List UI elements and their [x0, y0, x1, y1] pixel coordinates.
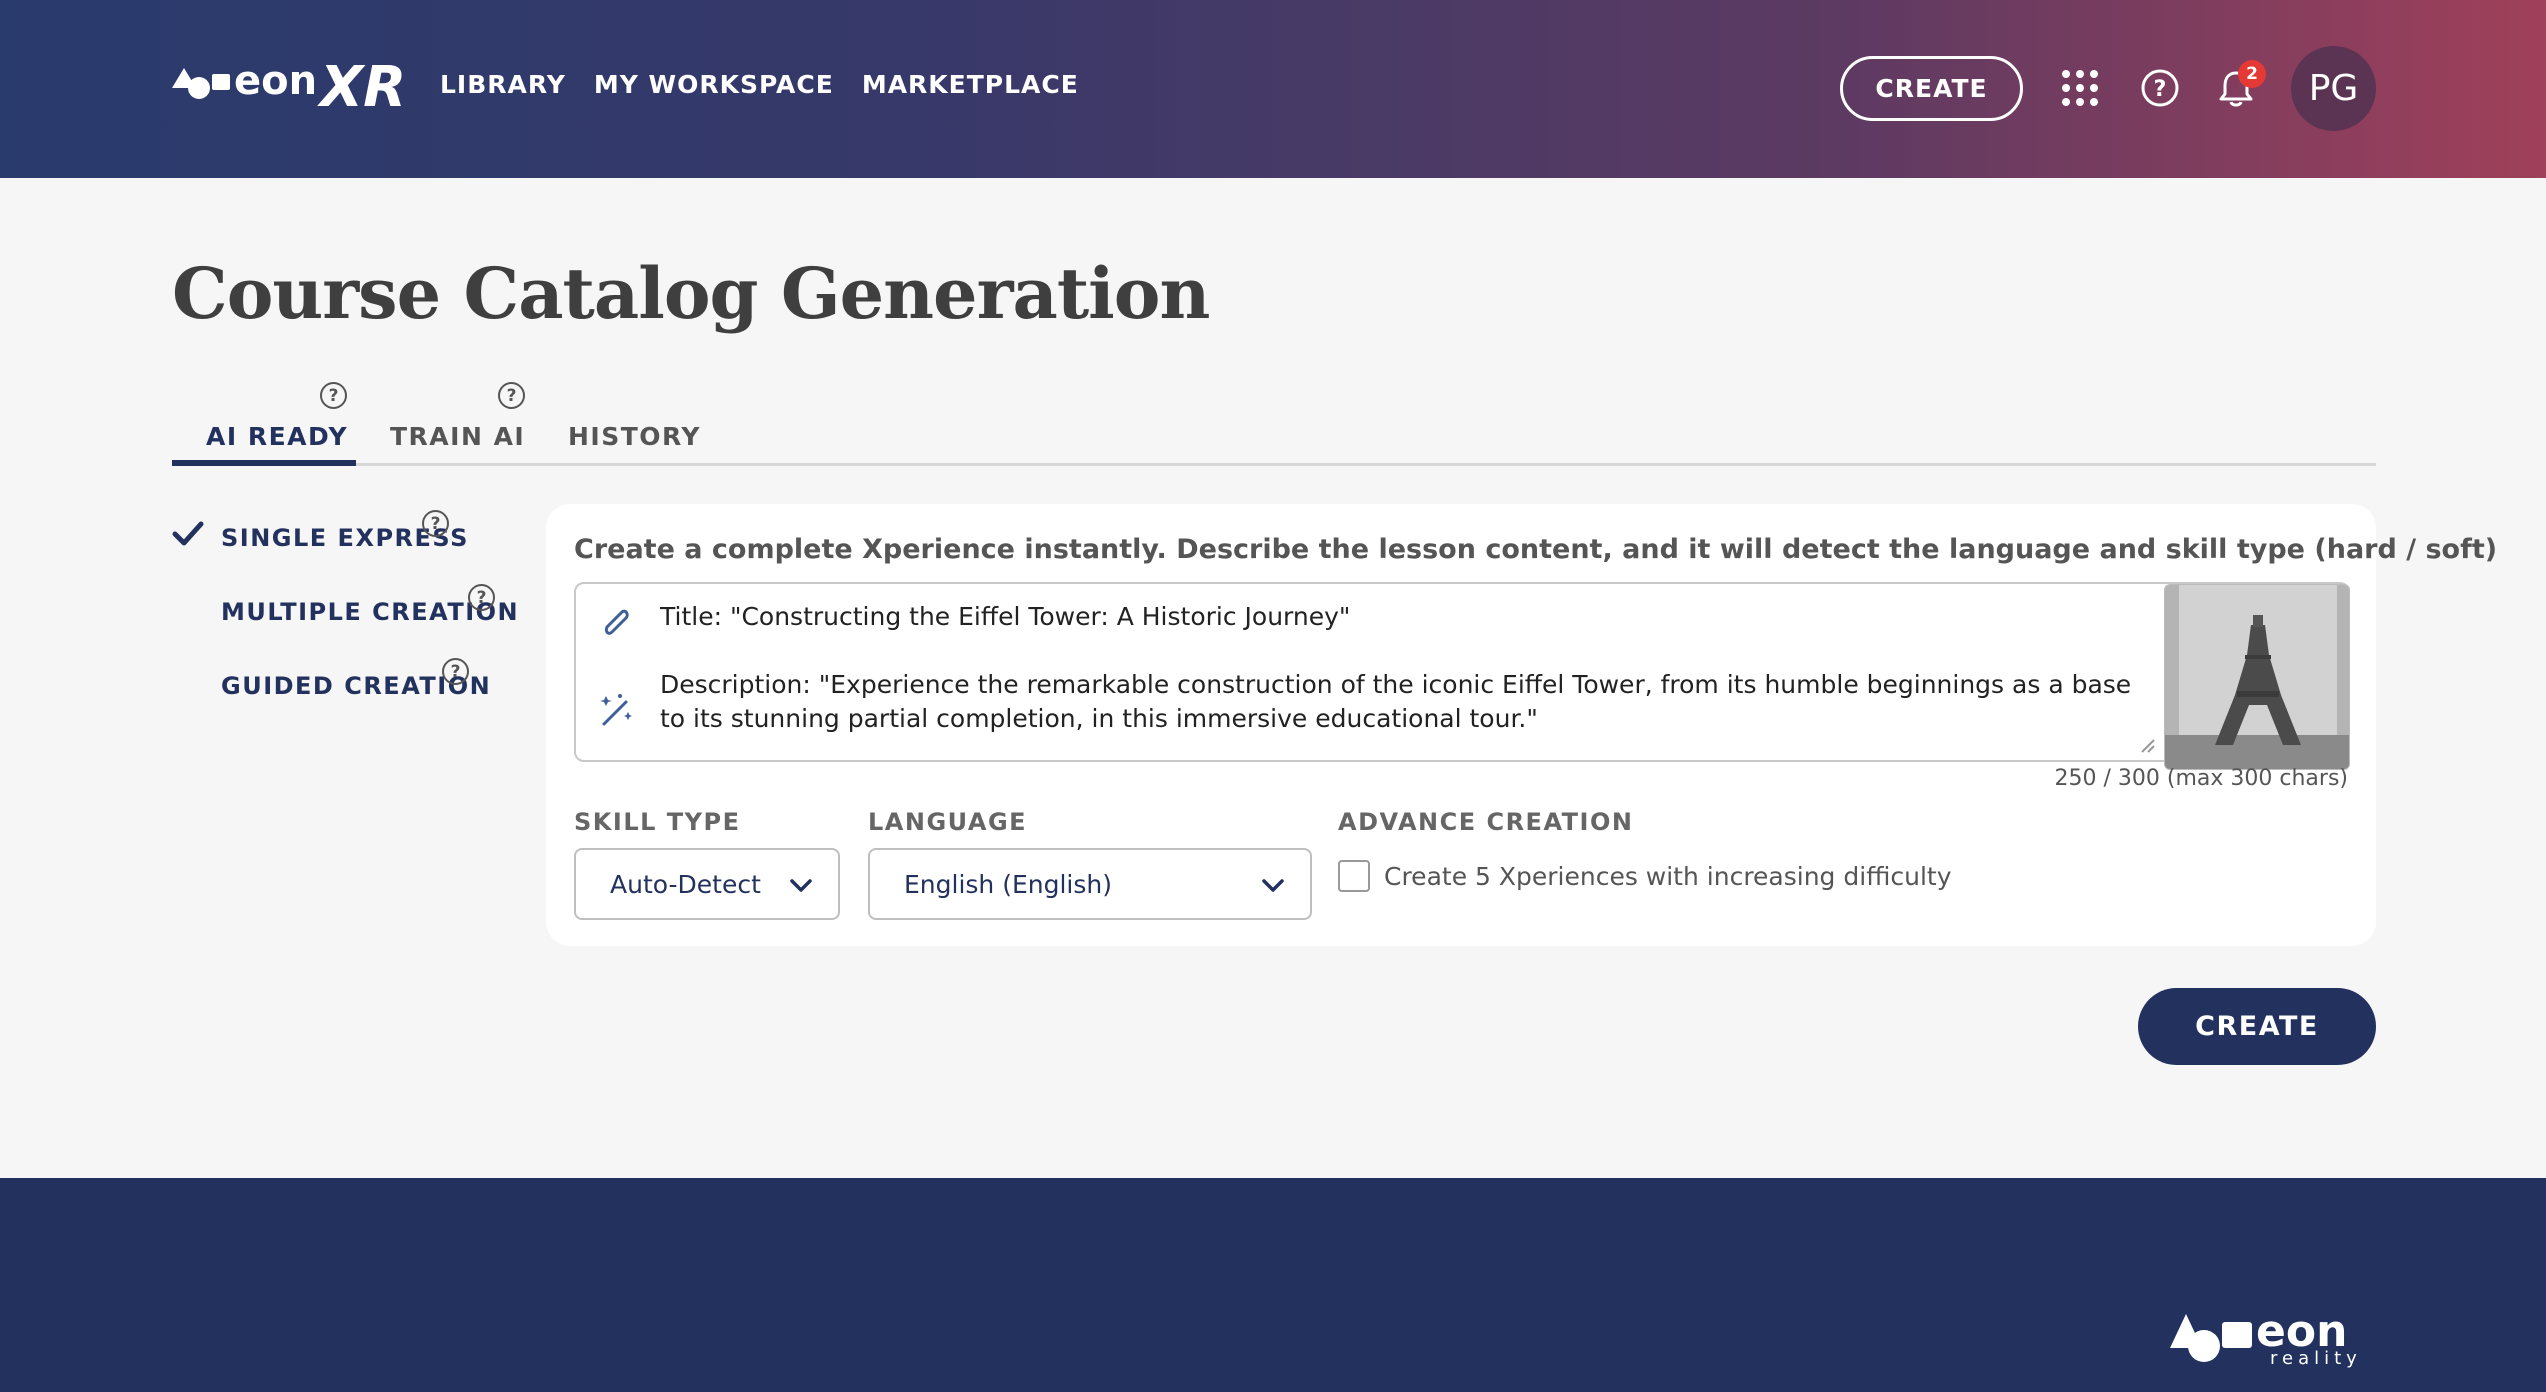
top-header: eon XR LIBRARY MY WORKSPACE MARKETPLACE … [0, 0, 2546, 178]
advance-creation-label: ADVANCE CREATION [1338, 808, 1634, 836]
prompt-text[interactable]: Title: "Constructing the Eiffel Tower: A… [660, 600, 2160, 736]
increasing-difficulty-checkbox[interactable] [1338, 860, 1370, 892]
magic-wand-icon[interactable] [598, 690, 636, 730]
skill-type-value: Auto-Detect [610, 869, 761, 899]
tab-history[interactable]: HISTORY [568, 402, 701, 466]
tab-train-ai[interactable]: TRAIN AI [390, 402, 525, 466]
single-express-card: Create a complete Xperience instantly. D… [546, 504, 2497, 946]
skill-type-label: SKILL TYPE [574, 808, 741, 836]
svg-text:reality: reality [2270, 1348, 2362, 1368]
train-ai-help-icon[interactable]: ? [498, 382, 525, 409]
language-value: English (English) [904, 869, 1112, 899]
single-express-help-icon[interactable]: ? [422, 510, 449, 537]
help-circle-icon[interactable]: ? [2138, 66, 2182, 110]
tab-ai-ready-label: AI READY [206, 422, 349, 451]
chevron-down-icon [1262, 879, 1284, 892]
nav-marketplace[interactable]: MARKETPLACE [862, 70, 1079, 99]
eiffel-tower-thumbnail[interactable] [2164, 584, 2350, 770]
main-nav: LIBRARY MY WORKSPACE MARKETPLACE [440, 70, 1079, 99]
ai-ready-help-icon[interactable]: ? [320, 382, 347, 409]
active-tab-indicator [172, 460, 356, 466]
language-label: LANGUAGE [868, 808, 1028, 836]
tab-train-ai-label: TRAIN AI [390, 422, 526, 451]
card-intro-text: Create a complete Xperience instantly. D… [574, 534, 2498, 565]
svg-text:?: ? [2154, 77, 2167, 102]
checkmark-icon [172, 521, 204, 546]
prompt-textarea[interactable]: Title: "Constructing the Eiffel Tower: A… [574, 582, 2350, 770]
eonxr-logo[interactable]: eon XR [172, 52, 404, 116]
apps-grid-icon[interactable] [2058, 66, 2102, 110]
create-button[interactable]: CREATE [2138, 988, 2376, 1065]
character-count: 250 / 300 (max 300 chars) [2054, 766, 2348, 791]
eon-reality-logo: eon reality [2170, 1298, 2380, 1372]
tab-ai-ready[interactable]: AI READY [206, 402, 348, 466]
page-footer: eon reality [0, 1178, 2546, 1392]
increasing-difficulty-label[interactable]: Create 5 Xperiences with increasing diff… [1384, 862, 1952, 891]
prompt-title-line: Title: "Constructing the Eiffel Tower: A… [660, 602, 1351, 631]
tab-history-label: HISTORY [568, 422, 702, 451]
multiple-creation-help-icon[interactable]: ? [468, 584, 495, 611]
svg-text:XR: XR [317, 55, 404, 114]
prompt-description-line: Description: "Experience the remarkable … [660, 670, 2132, 733]
paperclip-icon[interactable] [598, 602, 634, 642]
svg-text:eon: eon [234, 58, 317, 104]
page-title: Course Catalog Generation [172, 252, 1210, 335]
chevron-down-icon [790, 879, 812, 892]
language-select[interactable]: English (English) [868, 848, 1312, 920]
notification-badge: 2 [2238, 60, 2266, 88]
header-create-button[interactable]: CREATE [1840, 56, 2023, 121]
resize-handle-icon[interactable] [2138, 736, 2156, 754]
skill-type-select[interactable]: Auto-Detect [574, 848, 840, 920]
guided-creation-help-icon[interactable]: ? [442, 658, 469, 685]
nav-library[interactable]: LIBRARY [440, 70, 566, 99]
nav-my-workspace[interactable]: MY WORKSPACE [594, 70, 834, 99]
user-avatar[interactable]: PG [2291, 46, 2376, 131]
tab-bar: AI READY ? TRAIN AI ? HISTORY [172, 380, 2376, 466]
